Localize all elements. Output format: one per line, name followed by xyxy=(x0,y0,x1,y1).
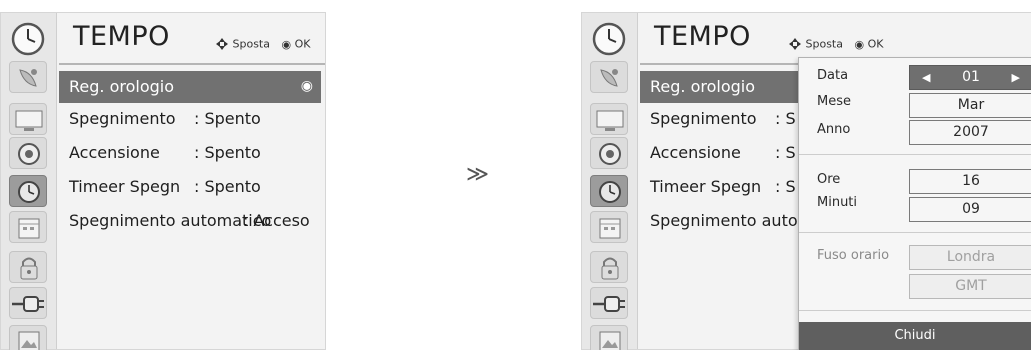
hour-label: Ore xyxy=(817,172,841,187)
category-sidebar xyxy=(582,13,638,350)
menu-item-value: : S xyxy=(775,143,796,162)
month-label: Mese xyxy=(817,94,851,109)
speaker-icon[interactable] xyxy=(9,137,47,169)
menu-item-label: Reg. orologio xyxy=(69,77,174,96)
minutes-label: Minuti xyxy=(817,195,858,210)
menu-item-value: : Spento xyxy=(194,177,261,196)
next-step-arrow: ≫ xyxy=(466,162,490,187)
clock-icon[interactable] xyxy=(5,17,51,61)
ok-button-icon: ◉ xyxy=(854,37,865,51)
input-plug-icon[interactable] xyxy=(9,287,47,319)
date-label: Data xyxy=(817,68,849,83)
satellite-dish-icon[interactable] xyxy=(9,61,47,93)
calendar-icon[interactable] xyxy=(9,211,47,243)
move-arrows-icon xyxy=(216,38,228,50)
menu-item-clock-setting[interactable]: Reg. orologio ◉ xyxy=(59,71,321,103)
lock-icon[interactable] xyxy=(9,251,47,283)
photo-icon[interactable] xyxy=(590,325,628,350)
menu-item-off-time[interactable]: Spegnimento : Spento xyxy=(59,103,321,135)
satellite-dish-icon[interactable] xyxy=(590,61,628,93)
menu-item-label: Timeer Spegn xyxy=(69,177,181,196)
speaker-icon[interactable] xyxy=(590,137,628,169)
tv-screen-icon[interactable] xyxy=(9,103,47,135)
timezone-gmt-field: GMT xyxy=(909,274,1031,299)
date-field[interactable]: ◀ 01 ▶ xyxy=(909,65,1031,90)
year-label: Anno xyxy=(817,122,851,137)
arrow-right-icon[interactable]: ▶ xyxy=(1012,66,1020,89)
popup-divider xyxy=(799,310,1031,311)
popup-divider xyxy=(799,232,1031,233)
navigation-hints: Sposta ◉ OK xyxy=(788,37,883,51)
navigation-hints: Sposta ◉ OK xyxy=(215,37,310,51)
month-field[interactable]: Mar xyxy=(909,93,1031,118)
menu-item-label: Accensione xyxy=(69,143,160,162)
calendar-icon[interactable] xyxy=(590,211,628,243)
menu-item-auto-off[interactable]: Spegnimento automatico : Acceso xyxy=(59,205,321,237)
tv-screen-icon[interactable] xyxy=(590,103,628,135)
menu-panel-right: TEMPO Sposta ◉ OK Reg. orologio Spegnime… xyxy=(581,12,1031,350)
menu-item-value: : Acceso xyxy=(243,211,310,230)
clock-setting-popup: Data ◀ 01 ▶ Mese Mar Anno 2007 Ore 16 Mi… xyxy=(798,57,1031,350)
page-title: TEMPO xyxy=(654,21,751,52)
hour-field[interactable]: 16 xyxy=(909,169,1031,194)
clock-icon[interactable] xyxy=(586,17,632,61)
move-hint-label: Sposta xyxy=(232,37,270,51)
clock-small-icon[interactable] xyxy=(590,175,628,207)
category-sidebar xyxy=(1,13,57,350)
menu-item-sleep-timer[interactable]: Timeer Spegn : Spento xyxy=(59,171,321,203)
menu-item-value: : S xyxy=(775,109,796,128)
move-hint-label: Sposta xyxy=(805,37,843,51)
menu-item-label: Spegnimento xyxy=(650,109,757,128)
ok-hint-label: OK xyxy=(867,37,884,51)
title-divider xyxy=(59,63,325,65)
close-button[interactable]: Chiudi xyxy=(799,322,1031,350)
timezone-city-field: Londra xyxy=(909,245,1031,270)
menu-item-label: Timeer Spegn xyxy=(650,177,762,196)
page-title: TEMPO xyxy=(73,21,170,52)
arrow-left-icon[interactable]: ◀ xyxy=(922,66,930,89)
ok-select-icon: ◉ xyxy=(300,78,313,94)
ok-hint-label: OK xyxy=(294,37,311,51)
menu-item-value: : Spento xyxy=(194,109,261,128)
ok-button-icon: ◉ xyxy=(281,37,292,51)
timezone-label: Fuso orario xyxy=(817,248,890,263)
menu-item-on-time[interactable]: Accensione : Spento xyxy=(59,137,321,169)
menu-panel-left: TEMPO Sposta ◉ OK Reg. orologio ◉ Spegni… xyxy=(0,12,326,350)
menu-item-value: : S xyxy=(775,177,796,196)
popup-divider xyxy=(799,154,1031,155)
menu-item-label: Accensione xyxy=(650,143,741,162)
year-field[interactable]: 2007 xyxy=(909,120,1031,145)
menu-item-label: Spegnimento xyxy=(69,109,176,128)
menu-item-label: Spegnimento automatico xyxy=(69,211,272,230)
photo-icon[interactable] xyxy=(9,325,47,350)
date-value: 01 xyxy=(962,69,980,85)
input-plug-icon[interactable] xyxy=(590,287,628,319)
menu-item-label: Reg. orologio xyxy=(650,77,755,96)
minutes-field[interactable]: 09 xyxy=(909,197,1031,222)
lock-icon[interactable] xyxy=(590,251,628,283)
clock-small-icon[interactable] xyxy=(9,175,47,207)
move-arrows-icon xyxy=(789,38,801,50)
menu-item-value: : Spento xyxy=(194,143,261,162)
